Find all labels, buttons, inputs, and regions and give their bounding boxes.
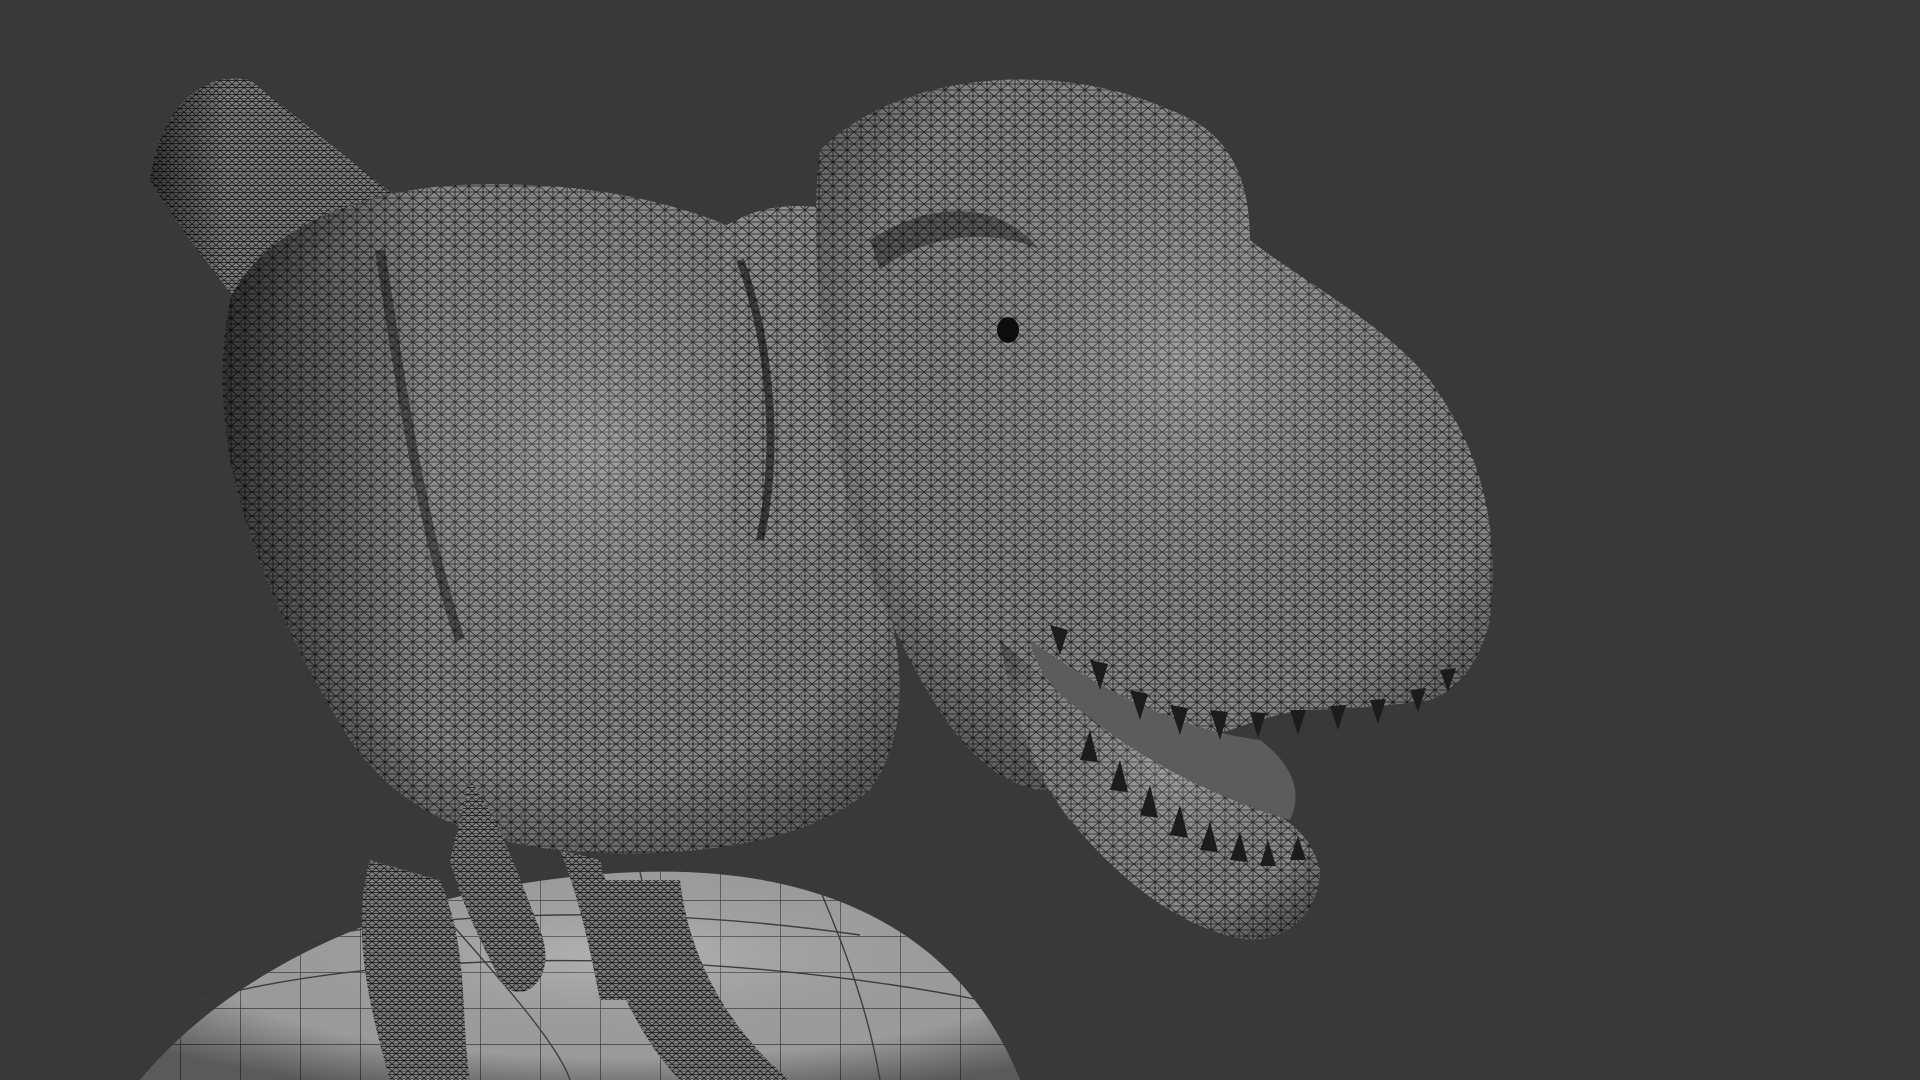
eye: [997, 317, 1019, 343]
3d-viewport[interactable]: [0, 0, 1920, 1080]
scene-canvas[interactable]: [0, 0, 1920, 1080]
